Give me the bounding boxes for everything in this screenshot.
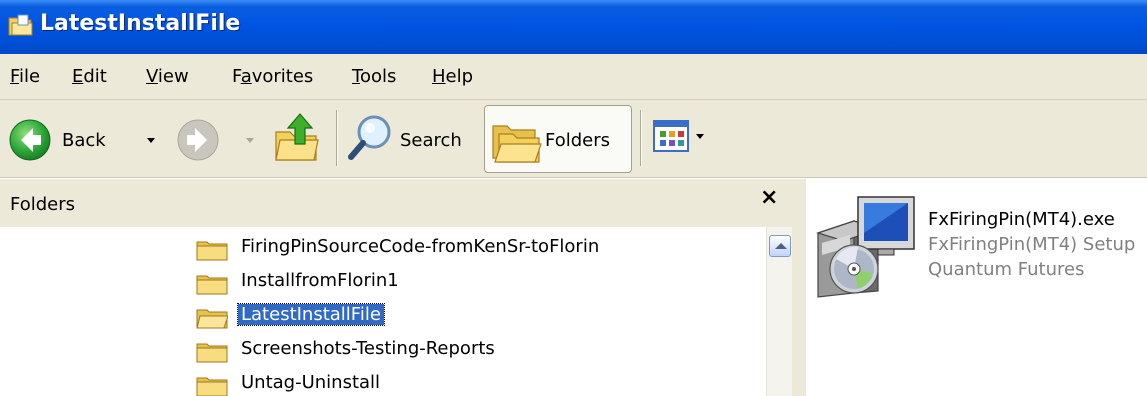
folders-icon	[492, 125, 542, 163]
file-description: FxFiringPin(MT4) Setup	[928, 234, 1136, 255]
views-dropdown-arrow[interactable]	[696, 134, 704, 139]
menu-help[interactable]: Help	[432, 66, 473, 87]
magnifier-icon	[348, 115, 391, 160]
folders-pane-header: Folders ×	[0, 179, 792, 227]
folder-icon	[196, 343, 228, 363]
folder-window-icon	[8, 14, 33, 36]
menu-file[interactable]: File	[10, 66, 40, 87]
menu-view[interactable]: View	[146, 66, 189, 87]
chevron-up-icon	[775, 243, 787, 249]
folder-icon	[196, 377, 228, 396]
scroll-up-button[interactable]	[769, 235, 791, 257]
views-button[interactable]	[652, 118, 712, 158]
title-bar[interactable]: LatestInstallFile	[0, 0, 1147, 54]
back-arrow-icon	[9, 119, 51, 161]
search-button[interactable]: Search	[346, 110, 474, 166]
open-folder-icon	[196, 309, 228, 329]
folders-pane-title: Folders	[10, 194, 76, 215]
tree-item-label: LatestInstallFile	[237, 303, 385, 326]
installer-package-icon	[816, 196, 915, 298]
close-icon[interactable]: ×	[760, 185, 778, 210]
folders-label: Folders	[545, 130, 611, 151]
folder-icon	[196, 275, 228, 295]
forward-dropdown-arrow[interactable]	[246, 138, 254, 143]
file-item[interactable]: FxFiringPin(MT4).exe FxFiringPin(MT4) Se…	[814, 193, 1144, 303]
back-button[interactable]: Back	[8, 114, 158, 164]
toolbar: Back Search Folders	[0, 100, 1147, 178]
file-list-pane: FxFiringPin(MT4).exe FxFiringPin(MT4) Se…	[806, 179, 1147, 396]
forward-arrow-icon	[177, 119, 219, 161]
folder-tree: FiringPinSourceCode-fromKenSr-toFlorin I…	[0, 227, 766, 396]
views-icon	[653, 120, 689, 152]
menu-tools[interactable]: Tools	[352, 66, 396, 87]
folder-tree-scrollbar[interactable]	[766, 227, 792, 396]
search-label: Search	[400, 130, 462, 151]
toolbar-separator	[640, 110, 642, 166]
back-dropdown-arrow[interactable]	[147, 138, 155, 143]
menu-favorites[interactable]: Favorites	[232, 66, 313, 87]
tree-item-label: InstallfromFlorin1	[241, 270, 399, 291]
back-label: Back	[62, 130, 106, 151]
folders-button[interactable]: Folders	[484, 105, 632, 173]
tree-item-label: Untag-Uninstall	[241, 372, 381, 393]
menu-edit[interactable]: Edit	[72, 66, 107, 87]
tree-item-label: FiringPinSourceCode-fromKenSr-toFlorin	[241, 236, 600, 257]
menu-bar: File Edit View Favorites Tools Help	[0, 54, 1147, 100]
tree-item-label: Screenshots-Testing-Reports	[241, 338, 495, 359]
file-name: FxFiringPin(MT4).exe	[928, 209, 1115, 230]
folder-up-icon	[275, 113, 319, 161]
folder-icon	[196, 241, 228, 261]
toolbar-separator	[336, 110, 338, 166]
up-button[interactable]	[272, 110, 324, 166]
window-title: LatestInstallFile	[40, 11, 241, 36]
pane-splitter[interactable]	[792, 179, 806, 396]
file-company: Quantum Futures	[928, 259, 1085, 280]
forward-button[interactable]	[176, 114, 256, 164]
